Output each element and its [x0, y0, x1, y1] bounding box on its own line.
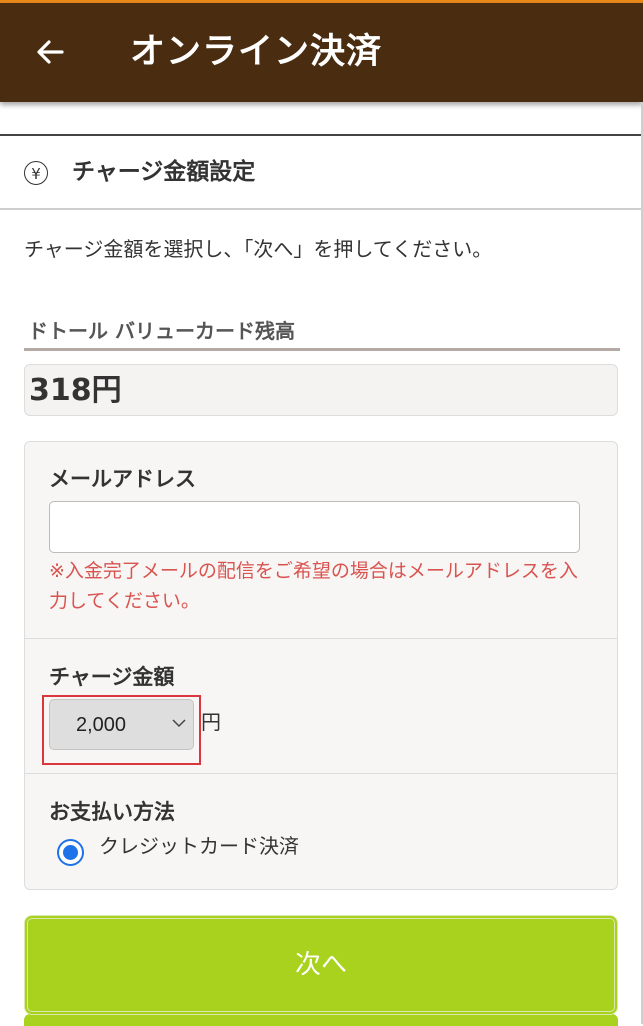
- email-note: ※入金完了メールの配信をご希望の場合はメールアドレスを入力してください。: [49, 560, 578, 612]
- section-header: ¥ チャージ金額設定: [0, 134, 641, 210]
- next-button[interactable]: 次へ: [24, 915, 618, 1015]
- balance-label: ドトール バリューカード残高: [28, 319, 295, 343]
- email-field[interactable]: [49, 501, 580, 553]
- divider: [25, 773, 617, 774]
- instruction-text: チャージ金額を選択し、「次へ」を押してください。: [24, 237, 493, 261]
- chevron-down-icon: [172, 719, 186, 728]
- email-label: メールアドレス: [49, 467, 196, 491]
- credit-card-radio[interactable]: [57, 839, 84, 866]
- balance-divider: [24, 348, 620, 351]
- charge-amount-label: チャージ金額: [49, 665, 175, 689]
- credit-card-option-label[interactable]: クレジットカード決済: [99, 831, 299, 861]
- section-title: チャージ金額設定: [72, 159, 256, 185]
- charge-amount-select[interactable]: 2,000: [49, 699, 194, 750]
- yen-icon: ¥: [24, 161, 48, 185]
- app-bar: オンライン決済: [0, 3, 643, 102]
- balance-box: 318円: [24, 364, 618, 416]
- button-edge: [24, 1014, 618, 1026]
- divider: [25, 638, 617, 639]
- radio-selected-dot: [63, 845, 78, 860]
- charge-unit: 円: [201, 710, 221, 734]
- charge-amount-value: 2,000: [76, 714, 127, 736]
- back-arrow-icon[interactable]: [34, 36, 66, 68]
- app-title: オンライン決済: [130, 32, 383, 72]
- charge-form: メールアドレス ※入金完了メールの配信をご希望の場合はメールアドレスを入力してく…: [24, 441, 618, 890]
- balance-value: 318円: [29, 373, 122, 408]
- payment-method-label: お支払い方法: [49, 800, 175, 824]
